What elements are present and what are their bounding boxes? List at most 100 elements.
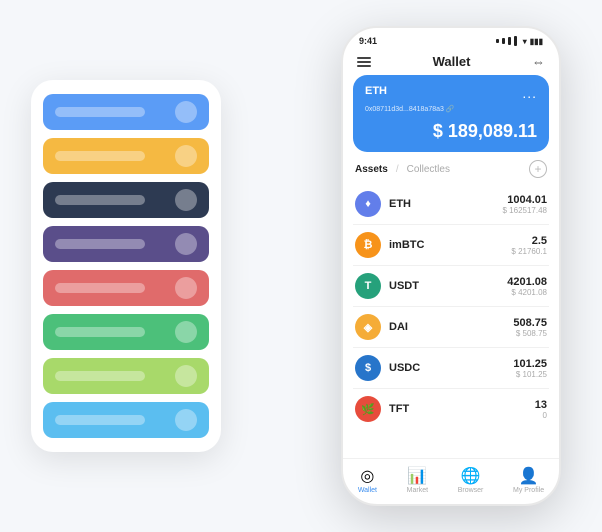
phone-frame: 9:41 ▾ ▮▮▮ Wallet ⇔ ETH ... 0x0 <box>341 26 561 506</box>
asset-amounts-usdc: 101.25 $ 101.25 <box>513 358 547 379</box>
status-icons: ▾ ▮▮▮ <box>496 36 543 46</box>
signal-bar-3 <box>508 37 511 45</box>
nav-label-wallet: Wallet <box>358 487 377 494</box>
card-icon <box>175 101 197 123</box>
card-bar <box>55 283 145 293</box>
asset-icon-dai: ◈ <box>355 314 381 340</box>
asset-item-dai[interactable]: ◈ DAI 508.75 $ 508.75 <box>353 307 549 348</box>
asset-name-imbtc: imBTC <box>389 239 511 251</box>
asset-item-imbtc[interactable]: ₿ imBTC 2.5 $ 21760.1 <box>353 225 549 266</box>
card-icon <box>175 409 197 431</box>
asset-icon-tft: 🌿 <box>355 396 381 422</box>
card-lightgreen[interactable] <box>43 358 209 394</box>
battery-icon: ▮▮▮ <box>530 37 543 46</box>
asset-usd-imbtc: $ 21760.1 <box>511 247 547 256</box>
nav-icon-wallet: ◎ <box>358 467 376 485</box>
wifi-icon: ▾ <box>523 37 527 46</box>
card-red[interactable] <box>43 270 209 306</box>
asset-amount-dai: 508.75 <box>513 317 547 329</box>
card-lightblue[interactable] <box>43 402 209 438</box>
nav-icon-browser: 🌐 <box>462 467 480 485</box>
card-blue[interactable] <box>43 94 209 130</box>
card-bar <box>55 151 145 161</box>
status-bar: 9:41 ▾ ▮▮▮ <box>343 28 559 50</box>
asset-usd-eth: $ 162517.48 <box>503 206 548 215</box>
signal-bar-1 <box>496 39 499 43</box>
status-time: 9:41 <box>359 36 377 46</box>
card-icon <box>175 189 197 211</box>
nav-icon-my profile: 👤 <box>520 467 538 485</box>
eth-card[interactable]: ETH ... 0x08711d3d...8418a78a3 🔗 $ 189,0… <box>353 75 549 152</box>
card-yellow[interactable] <box>43 138 209 174</box>
asset-amounts-imbtc: 2.5 $ 21760.1 <box>511 235 547 256</box>
card-stack <box>31 80 221 452</box>
bottom-nav: ◎ Wallet 📊 Market 🌐 Browser 👤 My Profile <box>343 458 559 504</box>
asset-item-tft[interactable]: 🌿 TFT 13 0 <box>353 389 549 429</box>
card-green[interactable] <box>43 314 209 350</box>
card-purple[interactable] <box>43 226 209 262</box>
expand-icon[interactable]: ⇔ <box>532 54 545 69</box>
card-icon <box>175 321 197 343</box>
asset-name-dai: DAI <box>389 321 513 333</box>
asset-usd-dai: $ 508.75 <box>513 329 547 338</box>
card-icon <box>175 233 197 255</box>
card-icon <box>175 145 197 167</box>
nav-label-browser: Browser <box>458 487 484 494</box>
asset-amount-usdt: 4201.08 <box>507 276 547 288</box>
nav-label-market: Market <box>407 487 428 494</box>
asset-list: ♦ ETH 1004.01 $ 162517.48 ₿ imBTC 2.5 $ … <box>343 184 559 458</box>
asset-name-usdt: USDT <box>389 280 507 292</box>
nav-label-my profile: My Profile <box>513 487 544 494</box>
asset-usd-usdc: $ 101.25 <box>513 370 547 379</box>
asset-amount-tft: 13 <box>535 399 547 411</box>
eth-card-dots: ... <box>522 85 537 101</box>
page-title: Wallet <box>433 54 471 69</box>
asset-amounts-dai: 508.75 $ 508.75 <box>513 317 547 338</box>
card-bar <box>55 327 145 337</box>
eth-card-label: ETH <box>365 85 387 97</box>
tab-assets[interactable]: Assets <box>355 164 388 175</box>
menu-icon[interactable] <box>357 55 371 69</box>
nav-item-my-profile[interactable]: 👤 My Profile <box>513 467 544 494</box>
eth-address: 0x08711d3d...8418a78a3 🔗 <box>365 105 537 113</box>
nav-icon-market: 📊 <box>408 467 426 485</box>
asset-usd-tft: 0 <box>535 411 547 420</box>
asset-item-usdt[interactable]: T USDT 4201.08 $ 4201.08 <box>353 266 549 307</box>
asset-name-eth: ETH <box>389 198 503 210</box>
asset-icon-imbtc: ₿ <box>355 232 381 258</box>
nav-item-wallet[interactable]: ◎ Wallet <box>358 467 377 494</box>
card-bar <box>55 415 145 425</box>
nav-item-browser[interactable]: 🌐 Browser <box>458 467 484 494</box>
assets-tabs: Assets / Collectles <box>355 164 450 175</box>
asset-icon-usdt: T <box>355 273 381 299</box>
asset-amount-eth: 1004.01 <box>503 194 548 206</box>
card-bar <box>55 107 145 117</box>
asset-amount-usdc: 101.25 <box>513 358 547 370</box>
card-icon <box>175 365 197 387</box>
card-bar <box>55 239 145 249</box>
asset-item-usdc[interactable]: $ USDC 101.25 $ 101.25 <box>353 348 549 389</box>
eth-card-amount: $ 189,089.11 <box>365 121 537 142</box>
asset-name-usdc: USDC <box>389 362 513 374</box>
asset-icon-eth: ♦ <box>355 191 381 217</box>
asset-amounts-usdt: 4201.08 $ 4201.08 <box>507 276 547 297</box>
scene: 9:41 ▾ ▮▮▮ Wallet ⇔ ETH ... 0x0 <box>11 11 591 521</box>
card-dark[interactable] <box>43 182 209 218</box>
signal-bar-2 <box>502 38 505 44</box>
phone-nav-bar: Wallet ⇔ <box>343 50 559 75</box>
asset-usd-usdt: $ 4201.08 <box>507 288 547 297</box>
add-asset-button[interactable]: + <box>529 160 547 178</box>
asset-amount-imbtc: 2.5 <box>511 235 547 247</box>
card-bar <box>55 195 145 205</box>
tab-divider: / <box>396 164 399 175</box>
card-icon <box>175 277 197 299</box>
asset-name-tft: TFT <box>389 403 535 415</box>
assets-header: Assets / Collectles + <box>343 160 559 184</box>
signal-bar-4 <box>514 36 517 46</box>
asset-amounts-tft: 13 0 <box>535 399 547 420</box>
tab-collectibles[interactable]: Collectles <box>407 164 450 175</box>
asset-amounts-eth: 1004.01 $ 162517.48 <box>503 194 548 215</box>
nav-item-market[interactable]: 📊 Market <box>407 467 428 494</box>
asset-item-eth[interactable]: ♦ ETH 1004.01 $ 162517.48 <box>353 184 549 225</box>
eth-card-top: ETH ... <box>365 85 537 101</box>
